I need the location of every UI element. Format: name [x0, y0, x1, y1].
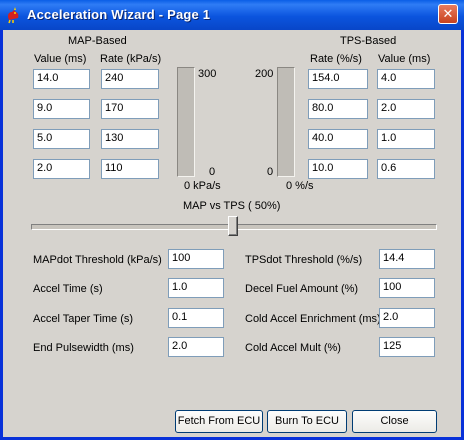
tps-rate-field-1[interactable]: 154.0	[308, 69, 368, 89]
map-rate-field-1[interactable]: 240	[101, 69, 159, 89]
map-rate-header: Rate (kPa/s)	[100, 53, 162, 65]
fetch-from-ecu-button[interactable]: Fetch From ECU	[175, 410, 263, 433]
map-vs-tps-label: MAP vs TPS ( 50%)	[183, 200, 281, 212]
map-rate-field-3[interactable]: 130	[101, 129, 159, 149]
tps-bar-min: 0	[267, 166, 274, 178]
map-bar-min: 0	[209, 166, 216, 178]
map-bar-max: 300	[198, 68, 217, 80]
map-rate-bar	[177, 67, 195, 177]
tps-rate-bar	[277, 67, 295, 177]
cold-accel-mult-field[interactable]: 125	[379, 337, 435, 357]
map-value-field-4[interactable]: 2.0	[33, 159, 90, 179]
mapdot-threshold-label: MAPdot Threshold (kPa/s)	[33, 254, 162, 266]
tps-heading: TPS-Based	[340, 35, 397, 47]
cold-accel-enrichment-label: Cold Accel Enrichment (ms)	[245, 313, 381, 325]
tps-rate-field-4[interactable]: 10.0	[308, 159, 368, 179]
tps-value-field-3[interactable]: 1.0	[377, 129, 435, 149]
tps-bar-max: 200	[255, 68, 274, 80]
map-bar-unit: 0 kPa/s	[184, 180, 221, 192]
cold-accel-mult-label: Cold Accel Mult (%)	[245, 342, 341, 354]
map-value-header: Value (ms)	[34, 53, 87, 65]
tps-rate-header: Rate (%/s)	[310, 53, 362, 65]
accel-taper-time-field[interactable]: 0.1	[168, 308, 224, 328]
tps-bar-unit: 0 %/s	[286, 180, 314, 192]
tpsdot-threshold-label: TPSdot Threshold (%/s)	[245, 254, 363, 266]
map-value-field-2[interactable]: 9.0	[33, 99, 90, 119]
accel-time-label: Accel Time (s)	[33, 283, 103, 295]
map-rate-field-4[interactable]: 110	[101, 159, 159, 179]
tps-value-field-4[interactable]: 0.6	[377, 159, 435, 179]
rooster-icon	[4, 6, 22, 24]
tps-rate-field-3[interactable]: 40.0	[308, 129, 368, 149]
close-window-button[interactable]: ✕	[438, 4, 458, 24]
burn-to-ecu-button[interactable]: Burn To ECU	[267, 410, 347, 433]
accel-time-field[interactable]: 1.0	[168, 278, 224, 298]
mapdot-threshold-field[interactable]: 100	[168, 249, 224, 269]
end-pulsewidth-label: End Pulsewidth (ms)	[33, 342, 134, 354]
map-heading: MAP-Based	[68, 35, 127, 47]
tps-value-field-2[interactable]: 2.0	[377, 99, 435, 119]
accel-taper-time-label: Accel Taper Time (s)	[33, 313, 134, 325]
decel-fuel-amount-label: Decel Fuel Amount (%)	[245, 283, 359, 295]
map-value-field-3[interactable]: 5.0	[33, 129, 90, 149]
tps-value-header: Value (ms)	[378, 53, 431, 65]
map-rate-field-2[interactable]: 170	[101, 99, 159, 119]
cold-accel-enrichment-field[interactable]: 2.0	[379, 308, 435, 328]
decel-fuel-amount-field[interactable]: 100	[379, 278, 435, 298]
map-value-field-1[interactable]: 14.0	[33, 69, 90, 89]
end-pulsewidth-field[interactable]: 2.0	[168, 337, 224, 357]
close-button[interactable]: Close	[352, 410, 437, 433]
window-title: Acceleration Wizard - Page 1	[27, 7, 211, 22]
map-vs-tps-slider-thumb[interactable]	[228, 216, 238, 236]
tpsdot-threshold-field[interactable]: 14.4	[379, 249, 435, 269]
tps-value-field-1[interactable]: 4.0	[377, 69, 435, 89]
title-bar[interactable]: Acceleration Wizard - Page 1 ✕	[0, 0, 464, 30]
close-icon: ✕	[442, 6, 454, 21]
tps-rate-field-2[interactable]: 80.0	[308, 99, 368, 119]
